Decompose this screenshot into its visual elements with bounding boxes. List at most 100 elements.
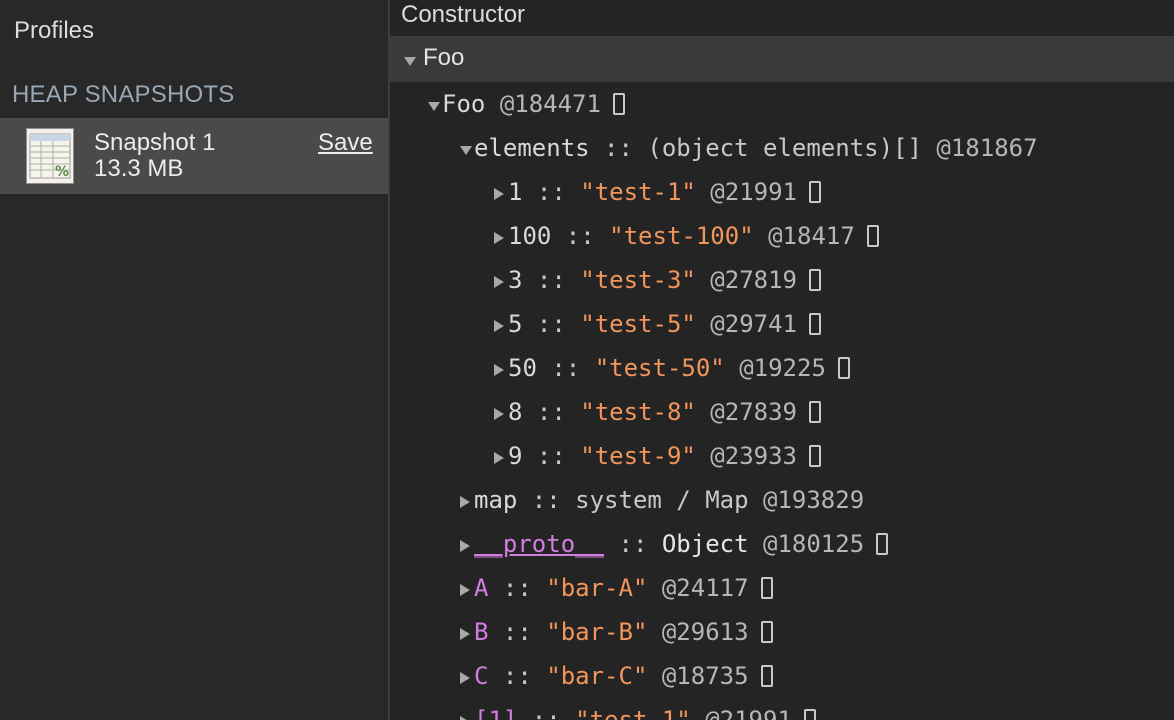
tree-row[interactable]: 100 :: "test-100" @18417 — [390, 214, 1174, 258]
object-id: @21991 — [705, 706, 792, 720]
property-value: "test-5" — [580, 310, 696, 338]
property-name: [1] — [474, 706, 518, 720]
separator: :: — [522, 398, 581, 426]
tree-row[interactable]: Foo @184471 — [390, 82, 1174, 126]
tree-row-content: Foo @184471 — [442, 82, 625, 126]
tree-row-content: 8 :: "test-8" @27839 — [508, 390, 821, 434]
tree-row-content: map :: system / Map @193829 — [474, 478, 864, 522]
expand-triangle-icon[interactable] — [460, 584, 470, 596]
property-value: "bar-A" — [546, 574, 648, 602]
separator: :: — [517, 486, 576, 514]
property-name: A — [474, 574, 489, 602]
heap-snapshot-icon: % — [26, 128, 74, 184]
tree-row[interactable]: 3 :: "test-3" @27819 — [390, 258, 1174, 302]
tree-row-content: __proto__ :: Object @180125 — [474, 522, 889, 566]
svg-text:%: % — [55, 164, 69, 180]
retainers-tree-panel: Constructor Foo Foo @184471 elements :: (… — [390, 0, 1174, 720]
tree-row-content: [1] :: "test-1" @21991 — [474, 698, 816, 720]
expand-triangle-icon[interactable] — [494, 232, 504, 244]
separator: :: — [536, 354, 595, 382]
expand-triangle-icon[interactable] — [460, 716, 470, 720]
separator: :: — [551, 222, 610, 250]
expand-triangle-icon[interactable] — [460, 672, 470, 684]
tree-row-content: B :: "bar-B" @29613 — [474, 610, 773, 654]
tree-row[interactable]: 5 :: "test-5" @29741 — [390, 302, 1174, 346]
expand-triangle-icon[interactable] — [494, 188, 504, 200]
tree-row[interactable]: 50 :: "test-50" @19225 — [390, 346, 1174, 390]
expand-triangle-icon[interactable] — [494, 276, 504, 288]
expand-triangle-icon[interactable] — [494, 452, 504, 464]
reveal-in-summary-icon[interactable] — [803, 709, 816, 720]
tree-row[interactable]: A :: "bar-A" @24117 — [390, 566, 1174, 610]
expand-triangle-icon[interactable] — [494, 364, 504, 376]
reveal-in-summary-icon[interactable] — [876, 533, 889, 555]
reveal-in-summary-icon[interactable] — [760, 577, 773, 599]
property-name: C — [474, 662, 489, 690]
constructor-group-label: Foo — [423, 44, 465, 71]
tree-row[interactable]: C :: "bar-C" @18735 — [390, 654, 1174, 698]
property-value: system / Map — [575, 486, 749, 514]
tree-row-content: 9 :: "test-9" @23933 — [508, 434, 821, 478]
property-name: __proto__ — [474, 530, 605, 558]
property-name: map — [474, 486, 518, 514]
tree-row[interactable]: 9 :: "test-9" @23933 — [390, 434, 1174, 478]
tree-row-content: 3 :: "test-3" @27819 — [508, 258, 821, 302]
expand-triangle-icon[interactable] — [494, 408, 504, 420]
reveal-in-summary-icon[interactable] — [837, 357, 850, 379]
constructor-column-header[interactable]: Constructor — [390, 0, 1174, 38]
separator: :: — [522, 178, 581, 206]
tree-row[interactable]: elements :: (object elements)[] @181867 — [390, 126, 1174, 170]
separator: :: — [604, 530, 662, 558]
tree-row-content: 5 :: "test-5" @29741 — [508, 302, 821, 346]
collapse-triangle-icon[interactable] — [428, 102, 440, 111]
property-name: elements — [474, 134, 590, 162]
tree-row[interactable]: B :: "bar-B" @29613 — [390, 610, 1174, 654]
tree-row-content: C :: "bar-C" @18735 — [474, 654, 773, 698]
tree-row[interactable]: [1] :: "test-1" @21991 — [390, 698, 1174, 720]
reveal-in-summary-icon[interactable] — [809, 401, 821, 423]
separator: :: — [522, 442, 581, 470]
tree-row[interactable]: map :: system / Map @193829 — [390, 478, 1174, 522]
object-id: @27819 — [710, 266, 797, 294]
property-name: 9 — [508, 442, 523, 470]
object-id: @29613 — [661, 618, 749, 646]
collapse-triangle-icon[interactable] — [460, 146, 472, 155]
separator: :: — [589, 134, 648, 162]
object-id: @181867 — [936, 134, 1038, 162]
expand-triangle-icon[interactable] — [460, 628, 470, 640]
constructor-group-row[interactable]: Foo — [390, 38, 1174, 82]
reveal-in-summary-icon[interactable] — [760, 665, 773, 687]
reveal-in-summary-icon[interactable] — [612, 93, 625, 115]
reveal-in-summary-icon[interactable] — [809, 313, 821, 335]
separator: :: — [488, 662, 547, 690]
expand-triangle-icon[interactable] — [460, 496, 470, 508]
object-id: @184471 — [499, 90, 601, 118]
reveal-in-summary-icon[interactable] — [809, 181, 821, 203]
tree-row[interactable]: __proto__ :: Object @180125 — [390, 522, 1174, 566]
reveal-in-summary-icon[interactable] — [809, 269, 821, 291]
expand-triangle-icon[interactable] — [404, 57, 416, 66]
expand-triangle-icon[interactable] — [460, 540, 470, 552]
reveal-in-summary-icon[interactable] — [760, 621, 773, 643]
reveal-in-summary-icon[interactable] — [809, 445, 821, 467]
property-name: 100 — [508, 222, 552, 250]
expand-triangle-icon[interactable] — [494, 320, 504, 332]
tree-row-content: 100 :: "test-100" @18417 — [508, 214, 879, 258]
save-snapshot-link[interactable]: Save — [318, 129, 373, 157]
separator: :: — [522, 310, 581, 338]
property-value: (object elements)[] — [647, 134, 922, 162]
property-value: "test-1" — [575, 706, 691, 720]
reveal-in-summary-icon[interactable] — [866, 225, 879, 247]
separator: :: — [488, 574, 547, 602]
sidebar-title: Profiles — [14, 17, 95, 44]
object-id: @21991 — [710, 178, 797, 206]
separator: :: — [522, 266, 581, 294]
tree-row[interactable]: 1 :: "test-1" @21991 — [390, 170, 1174, 214]
property-name: 50 — [508, 354, 537, 382]
object-id: @18417 — [768, 222, 855, 250]
snapshot-size: 13.3 MB — [94, 155, 184, 182]
tree-row[interactable]: 8 :: "test-8" @27839 — [390, 390, 1174, 434]
object-id: @23933 — [710, 442, 797, 470]
property-value: "test-8" — [580, 398, 696, 426]
snapshot-list-item[interactable]: % Snapshot 1 13.3 MB Save — [0, 118, 388, 194]
